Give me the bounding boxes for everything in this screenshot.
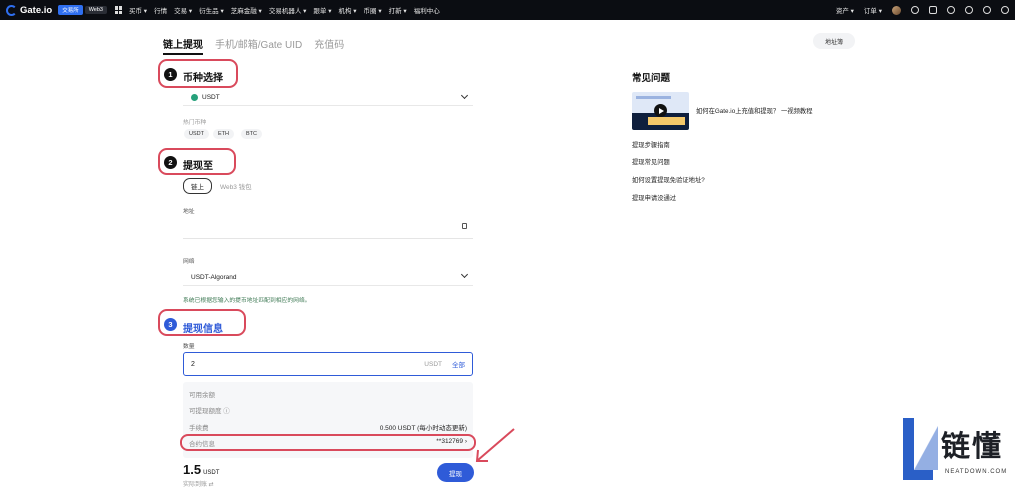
watermark-cn: 链懂	[941, 429, 1004, 463]
apps-grid-icon[interactable]	[115, 6, 123, 14]
nav-launch[interactable]: 打新 ▾	[389, 5, 407, 15]
watermark: 链懂 NEATDOWN.COM	[903, 418, 1015, 487]
destination-toggle: 链上 Web3 钱包	[183, 178, 252, 194]
bell-icon[interactable]	[911, 6, 919, 14]
tab-code[interactable]: 充值码	[314, 36, 344, 55]
step2-number: 2	[164, 156, 177, 169]
watermark-en: NEATDOWN.COM	[945, 469, 1008, 475]
step2-title: 提现至	[183, 161, 213, 172]
faq-link-guide[interactable]: 提现步骤指南	[632, 140, 670, 149]
web3-pill[interactable]: Web3	[84, 6, 107, 14]
tab-internal[interactable]: 手机/邮箱/Gate UID	[215, 36, 302, 55]
withdraw-tabs: 链上提现 手机/邮箱/Gate UID 充值码	[163, 36, 344, 55]
faq-title: 常见问题	[632, 73, 671, 84]
address-input[interactable]	[183, 219, 473, 239]
globe-icon[interactable]	[947, 6, 955, 14]
info-value: 0.500 USDT (每小时动态更新)	[379, 425, 467, 432]
received-label: 实际到账 ⇄	[183, 482, 214, 487]
step1-title: 币种选择	[183, 73, 223, 84]
faq-link-rejected[interactable]: 提现申请没通过	[632, 193, 676, 202]
onchain-option[interactable]: 链上	[183, 178, 212, 194]
amount-label: 数量	[183, 344, 195, 350]
nav-copy[interactable]: 跟单 ▾	[313, 5, 331, 15]
moon-icon[interactable]	[965, 6, 973, 14]
contract-highlight	[180, 434, 476, 451]
nav-rewards[interactable]: 福利中心	[414, 5, 440, 15]
nav-trade[interactable]: 交易 ▾	[174, 5, 192, 15]
usdt-icon	[191, 94, 198, 101]
info-row-limit: 可提现额度 ⓘ	[189, 405, 467, 415]
faq-link-whitelist[interactable]: 如何设置提现免验证地址?	[632, 175, 705, 184]
logo[interactable]: Gate.io	[6, 4, 53, 16]
info-row-balance: 可用余额	[189, 389, 467, 399]
network-select-value: USDT-Algorand	[191, 273, 237, 281]
address-label: 地址	[183, 209, 195, 215]
annotation-arrow-icon	[475, 428, 515, 462]
receive-amount-value: 1.5	[183, 462, 202, 477]
max-button[interactable]: 全部	[452, 359, 465, 369]
receive-amount-unit: USDT	[203, 470, 220, 476]
nav-assets[interactable]: 资产 ▾	[836, 5, 854, 15]
info-key: 手续费	[189, 425, 209, 432]
info-key: 可提现额度 ⓘ	[189, 408, 230, 415]
video-thumbnail[interactable]	[632, 92, 689, 130]
nav-institution[interactable]: 机构 ▾	[338, 5, 356, 15]
withdraw-button[interactable]: 提现	[437, 463, 474, 482]
chip-eth[interactable]: ETH	[213, 129, 234, 139]
coin-select[interactable]: USDT	[183, 90, 473, 106]
play-icon[interactable]	[654, 104, 667, 117]
amount-value: 2	[191, 360, 195, 368]
paste-icon[interactable]	[462, 223, 467, 229]
nav-derivatives[interactable]: 衍生品 ▾	[199, 5, 224, 15]
amount-unit: USDT	[424, 360, 442, 368]
network-label: 网络	[183, 259, 195, 265]
info-key: 可用余额	[189, 392, 215, 399]
gate-logo-icon	[6, 4, 17, 16]
top-nav: Gate.io 交易所 Web3 买币 ▾ 行情 交易 ▾ 衍生品 ▾ 芝麻金融…	[0, 0, 1015, 20]
logo-text: Gate.io	[20, 4, 53, 16]
nav-buy[interactable]: 买币 ▾	[129, 5, 147, 15]
chevron-down-icon	[460, 91, 469, 100]
coin-select-value: USDT	[202, 94, 220, 101]
download-icon[interactable]	[929, 6, 937, 14]
step3-title: 提现信息	[183, 324, 223, 335]
amount-input[interactable]: 2 USDT 全部	[183, 352, 473, 376]
faq-video-link[interactable]: 如何在Gate.io上充值和提现？ 一视频教程	[696, 106, 813, 115]
nav-bots[interactable]: 交易机器人 ▾	[269, 5, 307, 15]
chip-btc[interactable]: BTC	[241, 129, 262, 139]
settings-icon[interactable]	[983, 6, 991, 14]
network-hint: 系统已根据您输入的提币地址匹配到相应的网络。	[183, 298, 311, 304]
avatar[interactable]	[892, 5, 901, 15]
chevron-down-icon	[460, 270, 469, 279]
nav-orders[interactable]: 订单 ▾	[864, 5, 882, 15]
receive-amount: 1.5 USDT	[183, 462, 219, 477]
nav-markets[interactable]: 行情	[154, 5, 167, 15]
nav-finance[interactable]: 芝麻金融 ▾	[231, 5, 262, 15]
help-icon[interactable]	[1001, 6, 1009, 14]
hot-coins-label: 热门币种	[183, 120, 207, 126]
info-row-fee: 手续费 0.500 USDT (每小时动态更新)	[189, 422, 467, 432]
step3-number: 3	[164, 318, 177, 331]
web3-wallet-option[interactable]: Web3 钱包	[220, 181, 252, 191]
network-select[interactable]: USDT-Algorand	[183, 269, 473, 286]
address-book-button[interactable]: 地址簿	[813, 33, 855, 49]
exchange-pill[interactable]: 交易所	[58, 5, 83, 15]
tab-onchain[interactable]: 链上提现	[163, 36, 203, 55]
step1-number: 1	[164, 68, 177, 81]
chip-usdt[interactable]: USDT	[184, 129, 209, 139]
nav-circle[interactable]: 币圈 ▾	[364, 5, 382, 15]
faq-link-common[interactable]: 提现常见问题	[632, 157, 670, 166]
